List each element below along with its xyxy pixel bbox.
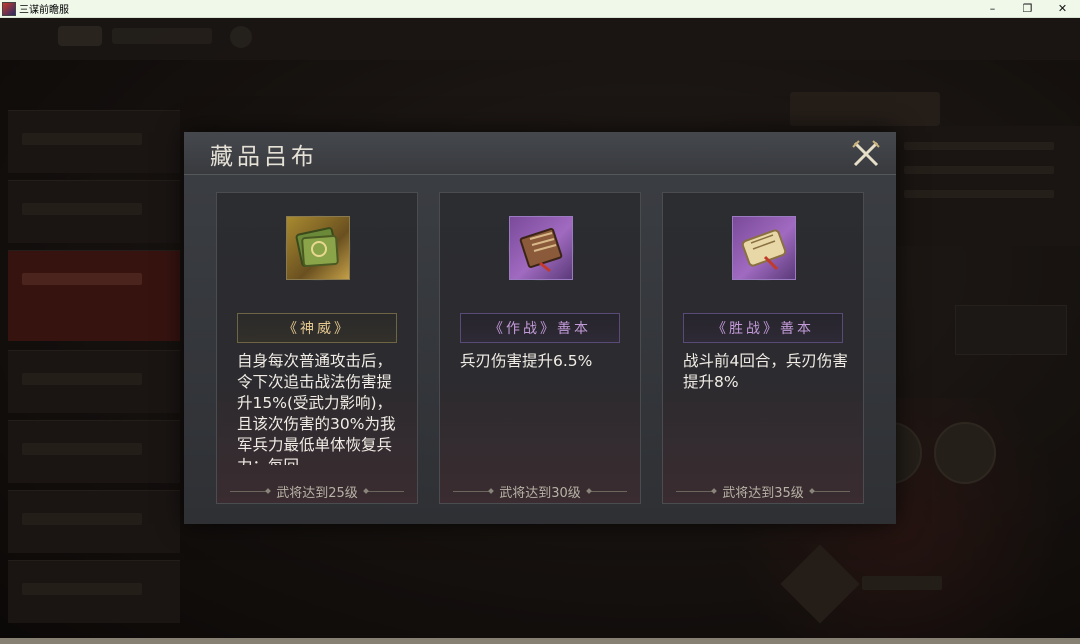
card-title: 《神威》 <box>237 313 397 343</box>
card-description: 自身每次普通攻击后，令下次追击战法伤害提升15%(受武力影响)，且该次伤害的30… <box>237 352 396 465</box>
window-close-button[interactable]: ✕ <box>1045 0 1080 17</box>
card-description: 兵刃伤害提升6.5% <box>460 352 593 370</box>
restore-button[interactable]: ❐ <box>1010 0 1045 17</box>
card-requirement: 武将达到25级 <box>217 483 417 501</box>
divider <box>676 490 715 492</box>
card-requirement: 武将达到35级 <box>663 483 863 501</box>
divider <box>811 490 850 492</box>
purple-scroll-icon <box>732 216 796 280</box>
app-icon <box>2 1 16 16</box>
window-controls: – ❐ ✕ <box>975 0 1080 17</box>
divider <box>365 490 404 492</box>
card-title: 《胜战》善本 <box>683 313 843 343</box>
card-requirement: 武将达到30级 <box>440 483 640 501</box>
collection-card[interactable]: 《胜战》善本 战斗前4回合，兵刃伤害提升8% 武将达到35级 <box>662 192 864 504</box>
crossed-swords-close-icon <box>852 140 880 167</box>
collection-card[interactable]: 《神威》 自身每次普通攻击后，令下次追击战法伤害提升15%(受武力影响)，且该次… <box>216 192 418 504</box>
window-title: 三谋前瞻服 <box>19 5 69 16</box>
collection-card[interactable]: 《作战》善本 兵刃伤害提升6.5% 武将达到30级 <box>439 192 641 504</box>
card-icon-frame <box>285 215 351 281</box>
divider <box>453 490 492 492</box>
card-description: 战斗前4回合，兵刃伤害提升8% <box>683 352 848 391</box>
window-titlebar: 三谋前瞻服 – ❐ ✕ <box>0 0 1080 18</box>
requirement-text: 武将达到30级 <box>499 485 581 501</box>
dialog-title: 藏品吕布 <box>210 144 318 170</box>
card-list: 《神威》 自身每次普通攻击后，令下次追击战法伤害提升15%(受武力影响)，且该次… <box>216 192 864 508</box>
gold-book-icon <box>286 216 350 280</box>
dialog-close-button[interactable] <box>850 138 882 170</box>
requirement-text: 武将达到25级 <box>276 485 358 501</box>
requirement-text: 武将达到35级 <box>722 485 804 501</box>
card-title: 《作战》善本 <box>460 313 620 343</box>
collection-dialog: 藏品吕布 《神威》 自身每次普通攻击后，令下次追击战法伤害提升15%(受武力影响… <box>184 132 896 524</box>
card-icon-frame <box>508 215 574 281</box>
purple-book-icon <box>509 216 573 280</box>
card-icon-frame <box>731 215 797 281</box>
minimize-button[interactable]: – <box>975 0 1010 17</box>
dialog-header: 藏品吕布 <box>184 132 896 175</box>
divider <box>230 490 269 492</box>
divider <box>588 490 627 492</box>
